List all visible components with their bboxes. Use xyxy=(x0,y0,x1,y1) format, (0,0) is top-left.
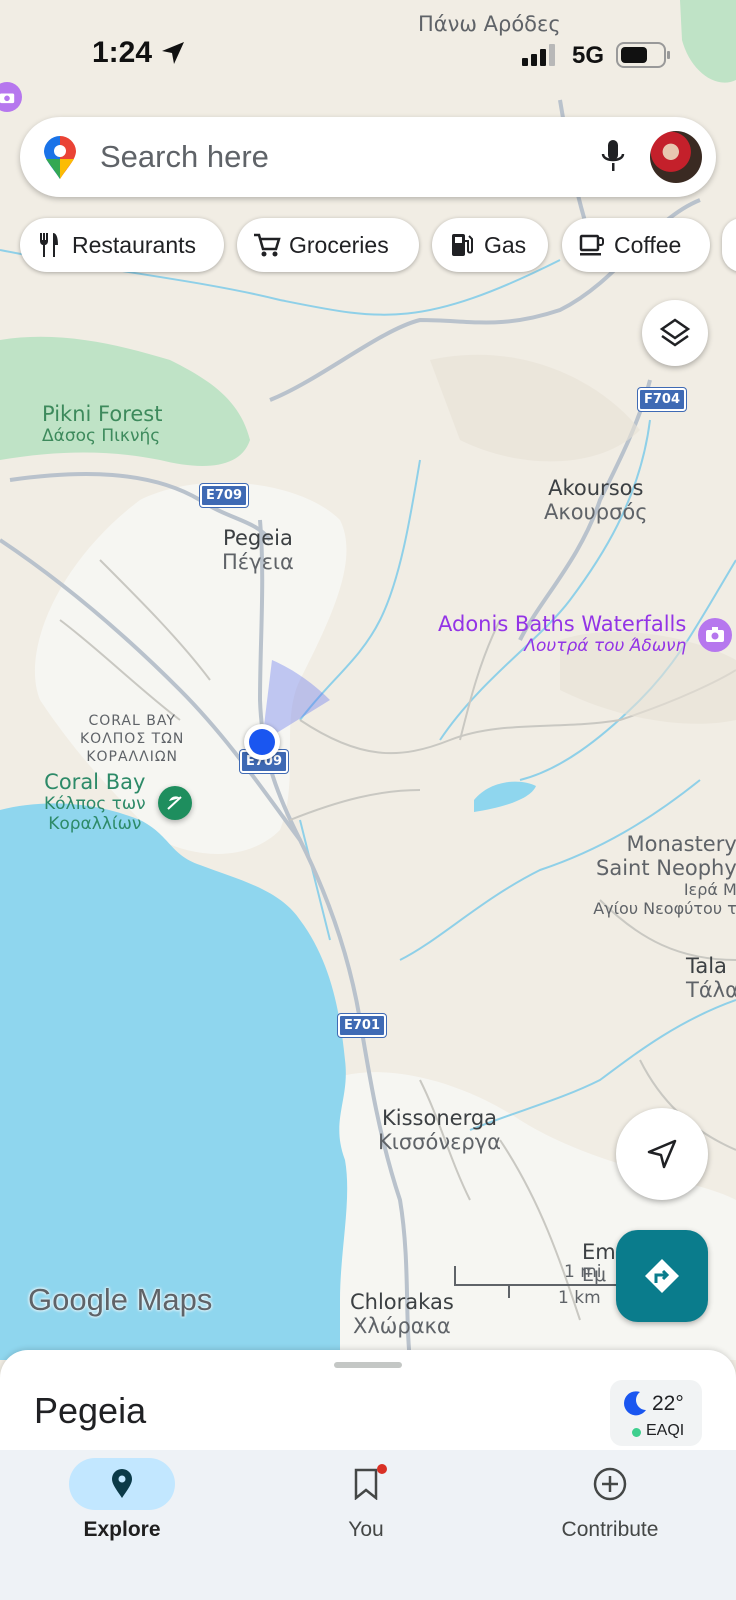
place-label-coral-bay[interactable]: Coral Bay Κόλπος των Κοραλλίων xyxy=(44,770,146,834)
road-shield-e709-north: E709 xyxy=(200,484,249,507)
directions-button[interactable] xyxy=(616,1230,708,1322)
search-input[interactable]: Search here xyxy=(100,139,269,175)
moon-icon xyxy=(624,1391,646,1416)
my-location-button[interactable] xyxy=(616,1108,708,1200)
add-circle-icon xyxy=(593,1467,627,1501)
weather-widget[interactable]: 22° EAQI xyxy=(610,1380,702,1446)
status-time: 1:24 xyxy=(92,36,153,69)
scale-bar: 1 mi 1 km xyxy=(454,1262,622,1308)
status-bar: 1:24 5G xyxy=(0,0,736,110)
signal-icon xyxy=(522,44,555,66)
chip-groceries[interactable]: Groceries xyxy=(237,218,419,272)
place-label-pegeia[interactable]: Pegeia Πέγεια xyxy=(222,526,294,574)
chip-label: Restaurants xyxy=(72,231,197,258)
chip-label: Coffee xyxy=(614,231,682,258)
place-label-pikni-forest[interactable]: Pikni Forest Δάσος Πικνής xyxy=(42,402,162,446)
sheet-drag-handle[interactable] xyxy=(334,1362,402,1368)
microphone-icon[interactable] xyxy=(600,139,626,175)
coffee-cup-icon xyxy=(579,234,604,256)
bookmark-icon xyxy=(354,1468,378,1500)
nav-you[interactable]: You xyxy=(266,1458,466,1542)
place-label-tala[interactable]: Tala Τάλα xyxy=(686,954,736,1002)
chip-restaurants[interactable]: Restaurants xyxy=(20,218,224,272)
nav-explore[interactable]: Explore xyxy=(22,1458,222,1542)
air-quality-label: EAQI xyxy=(646,1422,685,1439)
chip-label: Groceries xyxy=(289,231,389,258)
location-arrow-icon xyxy=(162,42,184,64)
map-pin-icon xyxy=(112,1469,132,1498)
bottom-navigation: Explore You Contribute xyxy=(0,1450,736,1600)
gas-pump-icon xyxy=(452,234,473,256)
search-bar[interactable]: Search here xyxy=(20,117,716,197)
navigation-arrow-icon xyxy=(647,1139,677,1169)
current-location-marker[interactable] xyxy=(244,724,280,760)
place-label-kissonerga[interactable]: Kissonerga Κισσόνεργα xyxy=(378,1106,501,1154)
scale-mi-label: 1 mi xyxy=(564,1262,602,1282)
temperature: 22° xyxy=(652,1392,684,1415)
chip-label: Gas xyxy=(484,231,527,258)
bottom-sheet[interactable]: Pegeia 22° EAQI xyxy=(0,1350,736,1460)
chip-coffee[interactable]: Coffee xyxy=(562,218,710,272)
fork-knife-icon xyxy=(40,233,58,257)
place-label-akoursos[interactable]: Akoursos Ακουρσός xyxy=(544,476,648,524)
explore-active-pill xyxy=(69,1458,175,1510)
air-quality-dot xyxy=(632,1428,641,1437)
beach-poi-icon[interactable] xyxy=(158,786,192,820)
layers-button[interactable] xyxy=(642,300,708,366)
battery-icon xyxy=(616,42,670,68)
cart-icon xyxy=(254,233,281,257)
chip-gas[interactable]: Gas xyxy=(432,218,548,272)
road-shield-f704: F704 xyxy=(638,388,687,411)
camera-poi-icon[interactable] xyxy=(698,618,732,652)
place-label-monastery[interactable]: Monastery Saint Neophy Ιερά Μ Αγίου Νεοφ… xyxy=(593,832,736,918)
poi-label-adonis-baths[interactable]: Adonis Baths Waterfalls Λουτρά του Άδωνη xyxy=(438,612,686,656)
sheet-title: Pegeia xyxy=(34,1390,147,1431)
directions-icon xyxy=(645,1259,679,1293)
google-maps-pin-icon xyxy=(44,135,76,179)
place-label-chlorakas[interactable]: Chlorakas Χλώρακα xyxy=(350,1290,454,1338)
road-shield-e701: E701 xyxy=(338,1014,387,1037)
area-label-coral-bay: CORAL BAY ΚΟΛΠΟΣ ΤΩΝ ΚΟΡΑΛΛΙΩΝ xyxy=(80,713,185,765)
network-label: 5G xyxy=(572,42,605,69)
nav-contribute[interactable]: Contribute xyxy=(510,1458,710,1542)
notification-dot xyxy=(377,1464,387,1474)
avatar[interactable] xyxy=(650,131,702,183)
google-maps-logo: Google Maps xyxy=(28,1282,213,1317)
scale-km-label: 1 km xyxy=(558,1288,601,1308)
layers-icon xyxy=(659,318,691,347)
